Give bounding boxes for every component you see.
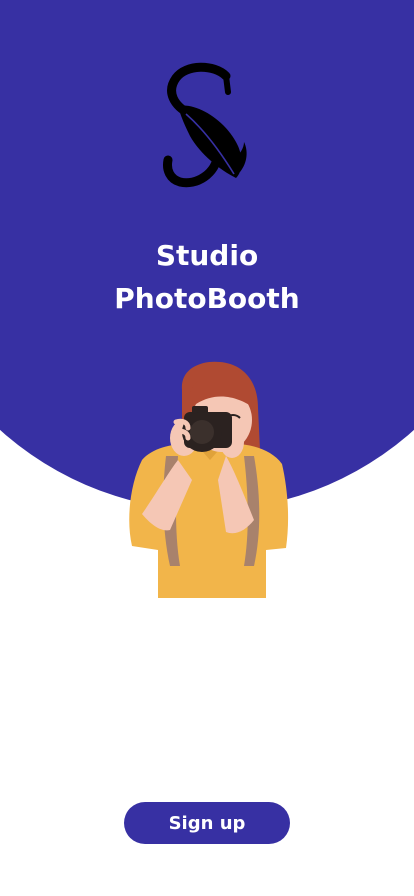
title-line-1: Studio [155,239,259,272]
photographer-illustration [129,361,289,598]
app-screen: Studio PhotoBooth Sign up [0,0,414,896]
signup-button[interactable]: Sign up [124,802,290,844]
title-line-2: PhotoBooth [114,282,300,315]
s-leaf-logo-icon [163,62,247,188]
